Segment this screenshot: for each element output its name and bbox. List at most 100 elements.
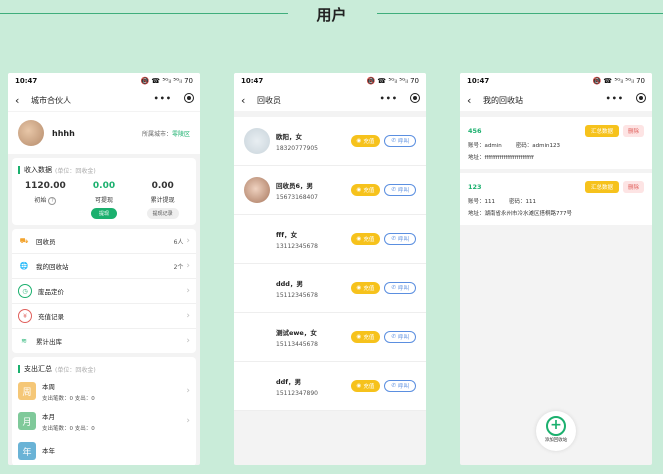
status-icons: 📵 ☎ ⁵ᴳᵢₗ ⁵ᴳᵢₗ 70 bbox=[366, 77, 419, 85]
capsule-menu[interactable]: ••• bbox=[154, 93, 194, 103]
list-item[interactable]: ddd，男 15112345678 ◉ 充值 ✆ 呼叫 bbox=[234, 264, 426, 313]
year-badge: 年 bbox=[18, 442, 36, 460]
help-icon[interactable]: ? bbox=[48, 197, 57, 205]
expense-title: 支出汇总 bbox=[24, 365, 52, 373]
summary-button[interactable]: 汇总数据 bbox=[584, 181, 619, 193]
back-icon[interactable]: ‹ bbox=[241, 94, 253, 107]
summary-button[interactable]: 汇总数据 bbox=[584, 125, 619, 137]
add-station-button[interactable]: + 添加回收站 bbox=[536, 411, 576, 451]
coin-icon: ◉ bbox=[356, 334, 362, 340]
expense-month-title: 本月 bbox=[42, 412, 55, 421]
call-button[interactable]: ✆ 呼叫 bbox=[384, 184, 416, 196]
menu-label: 充值记录 bbox=[38, 313, 64, 321]
avatar[interactable] bbox=[18, 120, 44, 146]
coin-icon: ◉ bbox=[356, 236, 362, 242]
station-address: 地址：湖南省永州市冷水滩区搭桐路777号 bbox=[468, 211, 572, 217]
expense-header: 支出汇总 (单位：回收金) bbox=[12, 357, 196, 376]
income-initial-value: 1120.00 bbox=[24, 181, 66, 191]
expense-week[interactable]: 周 本周 支出笔数：0 支出：0 › bbox=[12, 376, 196, 406]
list-item[interactable]: 欧阳，女 18320777905 ◉ 充值 ✆ 呼叫 bbox=[234, 117, 426, 166]
avatar bbox=[244, 226, 270, 252]
station-card[interactable]: 456 汇总数据 删除 账号：admin 密码：admin123 地址：fffff… bbox=[460, 117, 652, 169]
charge-button[interactable]: ◉ 充值 bbox=[350, 184, 381, 196]
capsule-menu[interactable]: ••• bbox=[606, 93, 646, 103]
stack-icon: ≋ bbox=[21, 337, 27, 345]
list-item[interactable]: fff，女 13112345678 ◉ 充值 ✆ 呼叫 bbox=[234, 215, 426, 264]
menu-label: 我的回收站 bbox=[36, 263, 69, 271]
menu-item-stations[interactable]: 🌐 我的回收站 2个 › bbox=[12, 254, 196, 279]
close-miniapp-icon[interactable] bbox=[410, 93, 420, 103]
more-icon[interactable]: ••• bbox=[380, 94, 398, 103]
station-card[interactable]: 123 汇总数据 删除 账号：111 密码：111 地址：湖南省永州市冷水滩区搭桐… bbox=[460, 173, 652, 225]
recycler-phone: 18320777905 bbox=[276, 144, 318, 152]
chevron-right-icon: › bbox=[186, 386, 190, 396]
menu-item-outbound[interactable]: ≋ 累计出库 › bbox=[12, 329, 196, 353]
income-withdrawable: 0.00 可提现 提现 bbox=[75, 181, 134, 219]
menu-item-recharge[interactable]: ¥ 充值记录 › bbox=[12, 304, 196, 329]
delete-button[interactable]: 删除 bbox=[622, 181, 644, 193]
close-miniapp-icon[interactable] bbox=[636, 93, 646, 103]
status-time: 10:47 bbox=[467, 77, 490, 85]
charge-button[interactable]: ◉ 充值 bbox=[350, 331, 381, 343]
call-button[interactable]: ✆ 呼叫 bbox=[384, 331, 416, 343]
menu-count: 6人 bbox=[173, 238, 184, 246]
income-card: 收入数据 (单位：回收金) 1120.00 初始 ? 0.00 可提现 提现 0… bbox=[12, 158, 196, 225]
income-row: 1120.00 初始 ? 0.00 可提现 提现 0.00 累计提现 提现记录 bbox=[12, 177, 196, 225]
call-button[interactable]: ✆ 呼叫 bbox=[384, 233, 416, 245]
expense-week-sub: 支出笔数：0 支出：0 bbox=[42, 395, 95, 402]
coin-icon: ◉ bbox=[356, 138, 362, 144]
coin-icon: ◉ bbox=[356, 187, 362, 193]
menu-item-pricing[interactable]: ◷ 废品定价 › bbox=[12, 279, 196, 304]
income-withdrawable-label: 可提现 bbox=[95, 197, 114, 204]
expense-unit: (单位：回收金) bbox=[55, 366, 96, 374]
menu-count: 2个 bbox=[173, 263, 184, 271]
income-initial-label: 初始 ? bbox=[16, 195, 75, 205]
more-icon[interactable]: ••• bbox=[154, 94, 172, 103]
call-button[interactable]: ✆ 呼叫 bbox=[384, 380, 416, 392]
yen-icon: ¥ bbox=[18, 309, 32, 323]
station-id: 123 bbox=[468, 183, 482, 191]
charge-button[interactable]: ◉ 充值 bbox=[350, 233, 381, 245]
expense-year[interactable]: 年 本年 bbox=[12, 436, 196, 465]
back-icon[interactable]: ‹ bbox=[15, 94, 27, 107]
more-icon[interactable]: ••• bbox=[606, 94, 624, 103]
back-icon[interactable]: ‹ bbox=[467, 94, 479, 107]
status-time: 10:47 bbox=[241, 77, 264, 85]
nav-title: 城市合伙人 bbox=[31, 95, 71, 105]
coin-icon: ◉ bbox=[356, 285, 362, 291]
expense-month[interactable]: 月 本月 支出笔数：0 支出：0 › bbox=[12, 406, 196, 436]
section-bar bbox=[18, 166, 20, 174]
income-title: 收入数据 bbox=[24, 166, 52, 174]
capsule-menu[interactable]: ••• bbox=[380, 93, 420, 103]
station-credentials: 账号：111 密码：111 bbox=[468, 199, 536, 205]
avatar bbox=[244, 275, 270, 301]
page-title: 用户 bbox=[316, 6, 347, 24]
menu-item-recyclers[interactable]: ⛟ 回收员 6人 › bbox=[12, 229, 196, 254]
chevron-right-icon: › bbox=[186, 236, 190, 246]
withdraw-record-button[interactable]: 提现记录 bbox=[146, 208, 179, 219]
station-credentials: 账号：admin 密码：admin123 bbox=[468, 143, 560, 149]
close-miniapp-icon[interactable] bbox=[184, 93, 194, 103]
list-item[interactable]: ddf，男 15112347890 ◉ 充值 ✆ 呼叫 bbox=[234, 362, 426, 411]
income-initial: 1120.00 初始 ? bbox=[16, 181, 75, 219]
recycler-name: 测试ewe，女 bbox=[276, 328, 317, 337]
charge-button[interactable]: ◉ 充值 bbox=[350, 380, 381, 392]
phone-icon: ✆ bbox=[391, 383, 396, 389]
income-total-value: 0.00 bbox=[151, 181, 174, 191]
delete-button[interactable]: 删除 bbox=[622, 125, 644, 137]
add-station-label: 添加回收站 bbox=[544, 438, 568, 443]
list-item[interactable]: 回收员6，男 15673168407 ◉ 充值 ✆ 呼叫 bbox=[234, 166, 426, 215]
list-item[interactable]: 测试ewe，女 15113445678 ◉ 充值 ✆ 呼叫 bbox=[234, 313, 426, 362]
income-withdrawable-value: 0.00 bbox=[92, 181, 116, 191]
charge-button[interactable]: ◉ 充值 bbox=[350, 135, 381, 147]
price-icon: ◷ bbox=[18, 284, 32, 298]
phone-recyclers: 10:47 📵 ☎ ⁵ᴳᵢₗ ⁵ᴳᵢₗ 70 ‹ 回收员 ••• 欧阳，女 183… bbox=[234, 73, 426, 465]
profile-name: hhhh bbox=[52, 128, 75, 138]
call-button[interactable]: ✆ 呼叫 bbox=[384, 135, 416, 147]
profile-card: hhhh 所属城市：零陵区 bbox=[8, 112, 200, 154]
withdraw-button[interactable]: 提现 bbox=[91, 208, 118, 219]
charge-button[interactable]: ◉ 充值 bbox=[350, 282, 381, 294]
call-button[interactable]: ✆ 呼叫 bbox=[384, 282, 416, 294]
status-bar: 10:47 📵 ☎ ⁵ᴳᵢₗ ⁵ᴳᵢₗ 70 bbox=[234, 73, 426, 89]
recycler-name: fff，女 bbox=[276, 230, 298, 239]
